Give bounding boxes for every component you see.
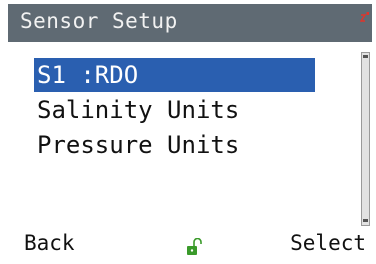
scrollbar-bottom-indicator: [363, 219, 368, 222]
scrollbar-top-indicator: [363, 55, 368, 58]
select-softkey[interactable]: Select: [290, 230, 366, 256]
screen-title: Sensor Setup: [20, 9, 178, 33]
unlocked-padlock-icon: [187, 238, 202, 255]
back-softkey[interactable]: Back: [24, 230, 75, 256]
device-screen: Sensor Setup S1 :RDO Salinity Units Pres…: [0, 0, 376, 264]
menu-item-pressure-units[interactable]: Pressure Units: [34, 128, 315, 162]
battery-status-icon: [360, 12, 369, 22]
menu-item-salinity-units[interactable]: Salinity Units: [34, 93, 315, 127]
menu-item-s1-rdo[interactable]: S1 :RDO: [34, 58, 315, 92]
title-bar: Sensor Setup: [8, 4, 372, 42]
menu-scrollbar[interactable]: [361, 52, 370, 226]
